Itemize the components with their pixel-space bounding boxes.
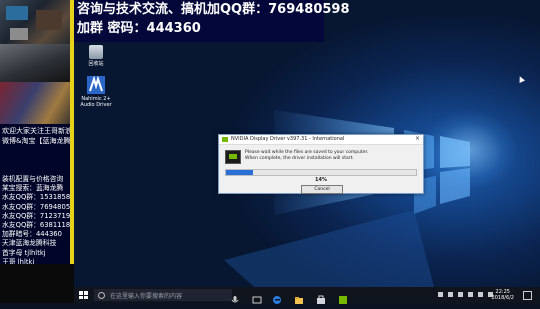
dialog-body: Please wait while the files are saved to… [219,145,423,194]
close-icon[interactable]: × [415,135,420,142]
promo-text: 欢迎大家关注王哥新浪 微博&淘宝【蓝海龙腾】 [2,126,78,146]
webcam-feed [0,0,74,44]
task-view-glyph [252,296,262,304]
windows-logo-icon [84,291,88,295]
contact-line: 水友QQ群：769480598 [2,202,79,211]
folder-glyph [295,297,303,304]
contact-line: 首字母 tjlhltkj [2,248,46,257]
taskbar-search-box[interactable]: 在这里输入你要搜索的内容 [94,289,232,301]
volume-icon[interactable] [478,292,483,297]
store-icon[interactable] [316,290,326,304]
nvidia-extract-dialog: NVIDIA Display Driver v397.31 - Internat… [218,134,424,194]
progress-bar [225,169,417,176]
desktop-icon-nahimic[interactable]: Nahimic 2+ Audio Driver [76,75,116,108]
contact-info: 装机配置与价格咨询 某宝搜索：蓝海龙腾 水友QQ群：153185832 水友QQ… [2,175,79,267]
contact-line: 水友QQ群：6381118 [2,221,71,230]
desktop-icon-recycle-bin[interactable]: 回收站 [76,45,116,67]
dialog-message: Please wait while the files are saved to… [245,150,368,162]
windows-logo-icon [79,295,83,299]
nvidia-installer-icon [225,150,241,164]
bottom-strip [0,264,74,303]
contact-line: 水友QQ群：712371960 [2,211,79,220]
progress-fill [226,170,253,175]
file-explorer-icon[interactable] [294,290,304,304]
edge-glyph [273,296,281,304]
banner-line-qq: 咨询与技术交流、搞机加QQ群：769480598 [77,2,350,17]
contact-line: 水友QQ群：153185832 [2,193,79,202]
network-icon[interactable] [468,292,473,297]
tray-app-icon[interactable] [458,292,463,297]
nvidia-glyph [339,296,347,304]
beam-shape [440,136,470,168]
search-icon [98,292,105,299]
contact-line: 天津蓝海龙腾科技 [2,239,57,248]
edge-browser-icon[interactable] [272,290,282,304]
beam-shape [224,210,434,287]
mic-icon[interactable] [230,290,240,303]
desktop-icon-label: 回收站 [88,61,104,67]
nvidia-taskbar-icon[interactable] [338,290,348,304]
notifications-icon[interactable] [523,291,532,300]
nahimic-glyph [89,75,103,92]
mic-glyph [231,296,239,303]
windows-logo-icon [79,291,83,295]
dialog-message-line: When complete, the driver installation w… [245,156,354,161]
windows-logo-icon [84,295,88,299]
search-placeholder: 在这里输入你要搜索的内容 [110,293,183,300]
banner-line-password: 加群 密码：444360 [77,21,201,36]
stream-side-panel: 欢迎大家关注王哥新浪 微博&淘宝【蓝海龙腾】 装机配置与价格咨询 某宝搜索：蓝海… [0,0,79,303]
dialog-title: NVIDIA Display Driver v397.31 - Internat… [231,136,345,142]
dialog-titlebar[interactable]: NVIDIA Display Driver v397.31 - Internat… [219,135,423,145]
product-photo-laptop [0,44,74,82]
tray-chevron-icon[interactable] [438,292,443,297]
store-glyph [317,295,325,304]
contact-line: 装机配置与价格咨询 [2,175,64,183]
task-view-icon[interactable] [252,290,262,304]
desktop-icon-label: Nahimic 2+ Audio Driver [80,96,112,108]
beam-shape [440,168,470,204]
promo-line: 微博&淘宝【蓝海龙腾】 [2,137,78,145]
start-button[interactable] [79,291,88,299]
promo-line: 欢迎大家关注王哥新浪 [2,127,72,135]
progress-percent: 14% [315,177,327,183]
recycle-bin-icon [89,45,103,59]
tray-app-icon[interactable] [448,292,453,297]
taskbar-clock[interactable]: 22:25 2018/6/2 [492,289,514,301]
nvidia-logo-icon [222,137,228,142]
product-photo-hardware [0,82,74,124]
nahimic-icon [87,75,105,94]
clock-date: 2018/6/2 [491,295,514,301]
stream-banner: 咨询与技术交流、搞机加QQ群：769480598 加群 密码：444360 [74,0,350,42]
cancel-button[interactable]: Cancel [301,185,343,194]
taskbar: 在这里输入你要搜索的内容 22:25 2018/6/2 [74,287,540,304]
